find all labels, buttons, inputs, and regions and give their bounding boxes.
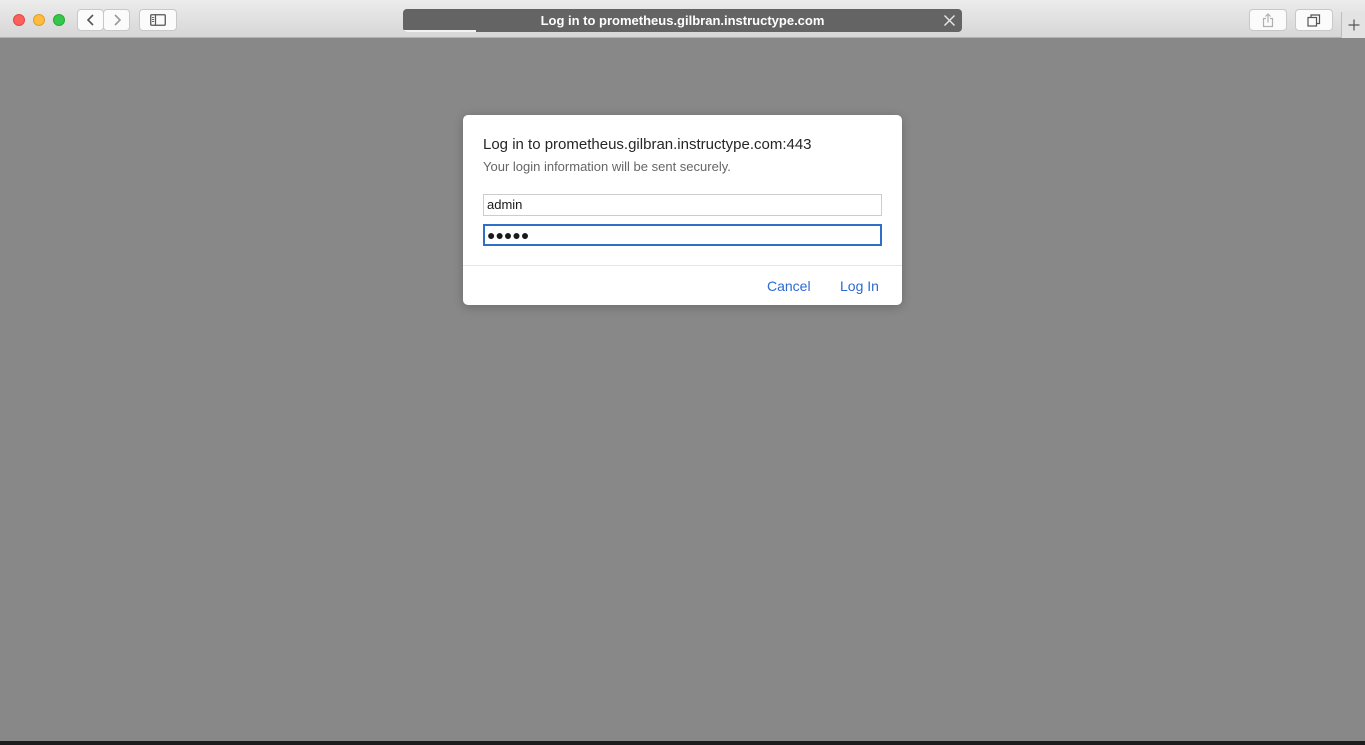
page-load-progress: [403, 30, 476, 32]
browser-toolbar: Log in to prometheus.gilbran.instructype…: [0, 0, 1365, 38]
back-icon: [86, 14, 94, 26]
sidebar-button[interactable]: [139, 9, 177, 31]
close-window-button[interactable]: [13, 14, 25, 26]
sidebar-icon: [150, 14, 166, 26]
forward-button[interactable]: [103, 9, 130, 31]
forward-icon: [113, 14, 121, 26]
username-field[interactable]: admin: [483, 194, 882, 216]
share-button[interactable]: [1249, 9, 1287, 31]
login-dialog: Log in to prometheus.gilbran.instructype…: [463, 115, 902, 305]
dialog-divider: [463, 265, 902, 266]
tabs-overview-button[interactable]: [1295, 9, 1333, 31]
browser-window: Log in to prometheus.gilbran.instructype…: [0, 0, 1365, 741]
address-bar[interactable]: Log in to prometheus.gilbran.instructype…: [403, 9, 962, 32]
tabs-overview-icon: [1307, 13, 1321, 27]
dialog-subtitle: Your login information will be sent secu…: [483, 159, 731, 174]
tab-title: Log in to prometheus.gilbran.instructype…: [540, 13, 825, 28]
password-mask: ●●●●●: [487, 227, 530, 243]
minimize-window-button[interactable]: [33, 14, 45, 26]
plus-icon: [1348, 19, 1359, 31]
share-icon: [1262, 12, 1274, 27]
login-button[interactable]: Log In: [840, 278, 879, 294]
back-button[interactable]: [77, 9, 104, 31]
close-icon[interactable]: [943, 14, 956, 27]
dialog-title: Log in to prometheus.gilbran.instructype…: [483, 136, 812, 153]
password-field[interactable]: ●●●●●: [483, 224, 882, 246]
new-tab-button[interactable]: [1341, 12, 1365, 38]
cancel-button[interactable]: Cancel: [767, 278, 811, 294]
zoom-window-button[interactable]: [53, 14, 65, 26]
